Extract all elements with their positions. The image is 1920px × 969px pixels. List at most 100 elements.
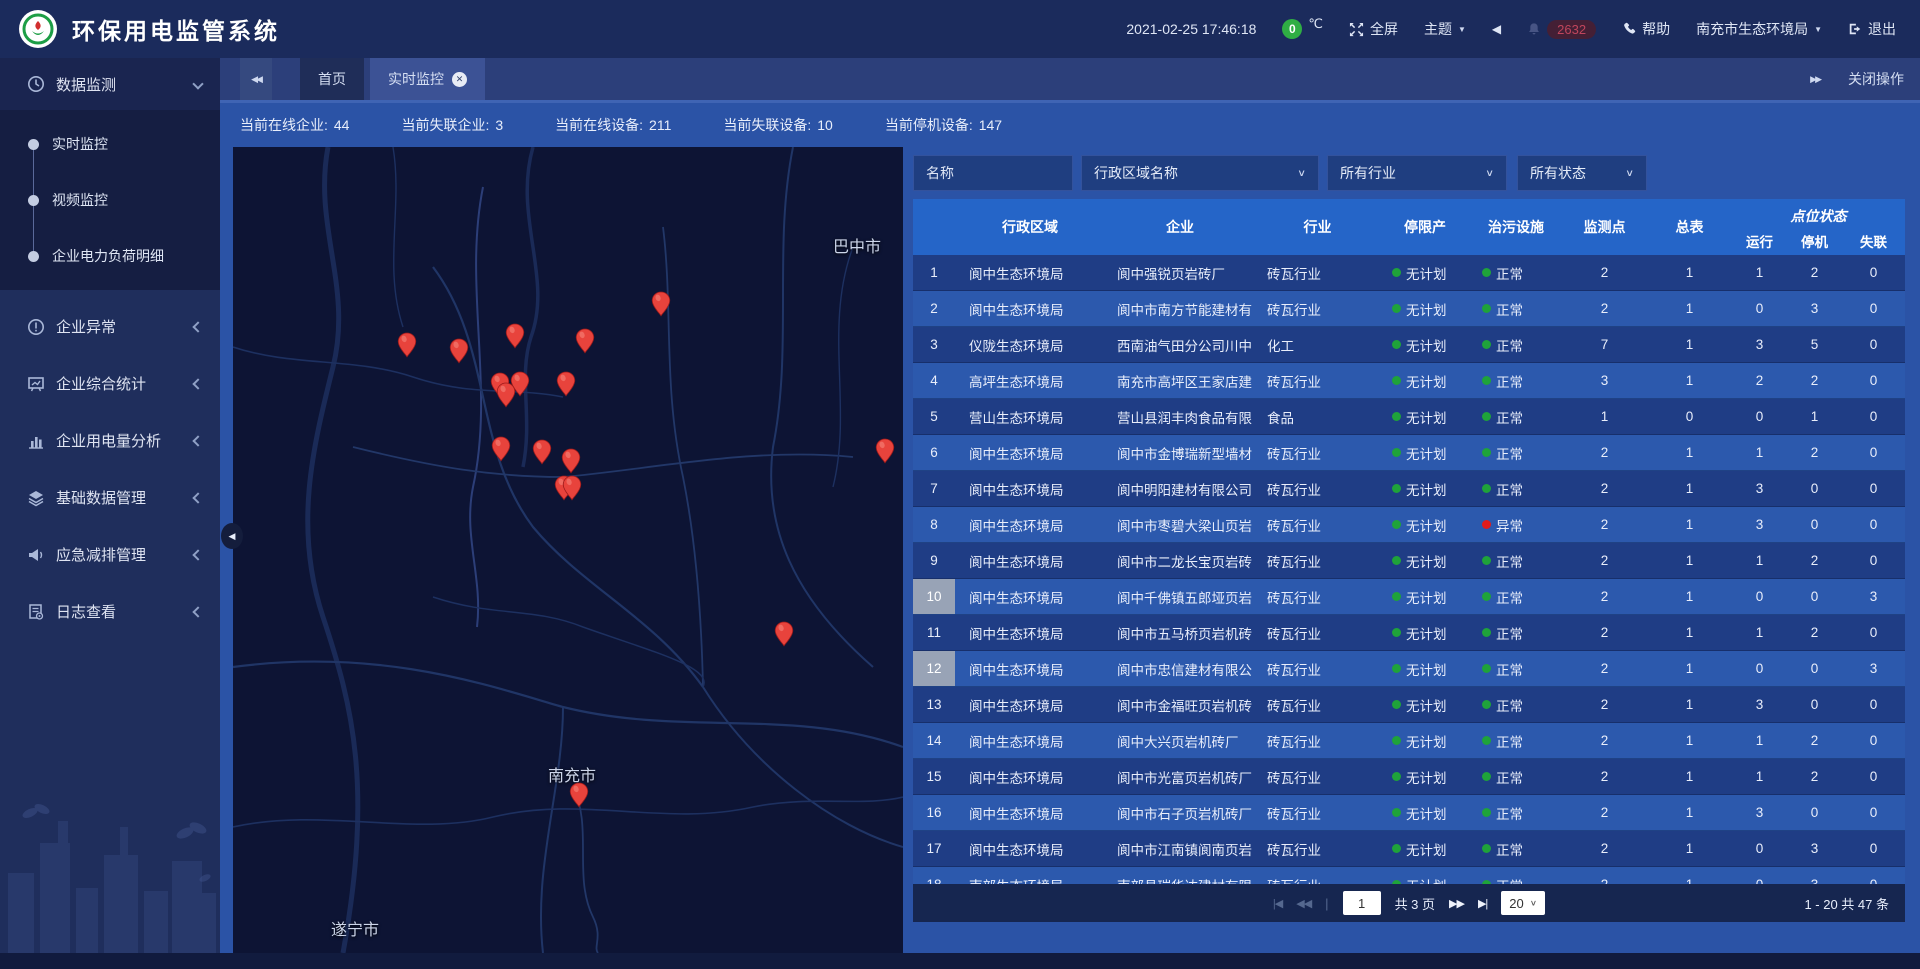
table-row[interactable]: 17阆中生态环境局阆中市江南镇阆南页岩砖瓦行业无计划正常21030 <box>913 831 1905 867</box>
table-row[interactable]: 13阆中生态环境局阆中市金福旺页岩机砖砖瓦行业无计划正常21300 <box>913 687 1905 723</box>
sound-toggle-button[interactable]: ◀ <box>1492 22 1501 36</box>
close-operations-button[interactable]: 关闭操作 <box>1848 69 1904 89</box>
map-pin[interactable] <box>556 371 576 398</box>
table-row[interactable]: 9阆中生态环境局阆中市二龙长宝页岩砖砖瓦行业无计划正常21120 <box>913 543 1905 579</box>
row-facility-status: 正常 <box>1470 579 1562 614</box>
name-filter-field[interactable] <box>913 155 1073 191</box>
map-pin[interactable] <box>561 448 581 475</box>
map-pin[interactable] <box>397 332 417 359</box>
row-lost: 0 <box>1842 327 1905 362</box>
tab-home[interactable]: 首页 <box>300 58 364 100</box>
theme-dropdown[interactable]: 主题 ▼ <box>1424 19 1466 39</box>
tab-realtime-monitor[interactable]: 实时监控 ✕ <box>370 58 485 100</box>
next-page-icon[interactable]: ▶▶ <box>1449 897 1464 910</box>
sidebar-item-video-monitor[interactable]: 视频监控 <box>0 172 220 228</box>
table-row[interactable]: 7阆中生态环境局阆中明阳建材有限公司砖瓦行业无计划正常21300 <box>913 471 1905 507</box>
chevron-down-icon: ∨ <box>1297 167 1306 178</box>
row-down: 0 <box>1787 471 1842 506</box>
row-lost: 0 <box>1842 255 1905 290</box>
map-pin[interactable] <box>875 438 895 465</box>
row-stop-status: 无计划 <box>1380 795 1470 830</box>
close-tab-icon[interactable]: ✕ <box>452 72 467 87</box>
sidebar-item-enterprise-statistics[interactable]: 企业综合统计 <box>0 355 220 412</box>
row-region: 阆中生态环境局 <box>955 723 1105 758</box>
last-page-icon[interactable]: ▶| <box>1478 897 1487 910</box>
industry-filter-select[interactable]: 所有行业 ∨ <box>1327 155 1507 191</box>
row-run: 3 <box>1732 795 1787 830</box>
table-row[interactable]: 12阆中生态环境局阆中市忠信建材有限公砖瓦行业无计划正常21003 <box>913 651 1905 687</box>
page-size-select[interactable]: 20 ∨ <box>1501 891 1545 915</box>
table-row[interactable]: 8阆中生态环境局阆中市枣碧大梁山页岩砖瓦行业无计划异常21300 <box>913 507 1905 543</box>
row-run: 0 <box>1732 867 1787 884</box>
table-row[interactable]: 5营山生态环境局营山县润丰肉食品有限食品无计划正常10010 <box>913 399 1905 435</box>
map-pin[interactable] <box>449 338 469 365</box>
table-row[interactable]: 10阆中生态环境局阆中千佛镇五郎垭页岩砖瓦行业无计划正常21003 <box>913 579 1905 615</box>
sidebar-nav: 数据监测 实时监控 视频监控 企业电力负荷明细 企业异常 <box>0 58 220 953</box>
table-row[interactable]: 15阆中生态环境局阆中市光富页岩机砖厂砖瓦行业无计划正常21120 <box>913 759 1905 795</box>
sidebar-item-base-data[interactable]: 基础数据管理 <box>0 469 220 526</box>
sidebar-item-log-view[interactable]: 日志查看 <box>0 583 220 640</box>
tab-scroll-right-button[interactable]: ▶▶ <box>1810 74 1820 85</box>
map-canvas[interactable]: 巴中市南充市遂宁市 <box>233 147 903 953</box>
status-filter-select[interactable]: 所有状态 ∨ <box>1517 155 1647 191</box>
sidebar-item-realtime-monitor[interactable]: 实时监控 <box>0 116 220 172</box>
map-roads-layer <box>233 147 903 953</box>
table-row[interactable]: 16阆中生态环境局阆中市石子页岩机砖厂砖瓦行业无计划正常21300 <box>913 795 1905 831</box>
first-page-icon[interactable]: |◀ <box>1273 897 1282 910</box>
map-pin[interactable] <box>651 291 671 318</box>
row-total: 1 <box>1647 831 1732 866</box>
sidebar-collapse-button[interactable]: ◀ <box>221 523 243 549</box>
logout-button[interactable]: 退出 <box>1848 19 1896 39</box>
sidebar-item-power-usage-analysis[interactable]: 企业用电量分析 <box>0 412 220 469</box>
row-stop-status: 无计划 <box>1380 363 1470 398</box>
row-region: 高坪生态环境局 <box>955 363 1105 398</box>
status-dot-icon <box>1392 844 1401 853</box>
row-company: 阆中市五马桥页岩机砖 <box>1105 615 1255 650</box>
row-run: 0 <box>1732 651 1787 686</box>
map-pin[interactable] <box>562 475 582 502</box>
table-row[interactable]: 11阆中生态环境局阆中市五马桥页岩机砖砖瓦行业无计划正常21120 <box>913 615 1905 651</box>
chevron-left-icon <box>192 492 203 503</box>
map-pin[interactable] <box>532 439 552 466</box>
row-down: 3 <box>1787 831 1842 866</box>
row-company: 阆中市枣碧大梁山页岩 <box>1105 507 1255 542</box>
sidebar-item-emergency-reduction[interactable]: 应急减排管理 <box>0 526 220 583</box>
help-button[interactable]: 帮助 <box>1622 19 1670 39</box>
table-row[interactable]: 2阆中生态环境局阆中市南方节能建材有砖瓦行业无计划正常21030 <box>913 291 1905 327</box>
map-pin[interactable] <box>496 382 516 409</box>
table-row[interactable]: 4高坪生态环境局南充市高坪区王家店建砖瓦行业无计划正常31220 <box>913 363 1905 399</box>
table-row[interactable]: 3仪陇生态环境局西南油气田分公司川中化工无计划正常71350 <box>913 327 1905 363</box>
map-pin[interactable] <box>491 436 511 463</box>
prev-page-icon[interactable]: ◀◀ <box>1296 897 1311 910</box>
city-skyline-decoration <box>0 793 220 953</box>
map-pin[interactable] <box>774 621 794 648</box>
row-down: 0 <box>1787 507 1842 542</box>
table-row[interactable]: 6阆中生态环境局阆中市金博瑞新型墙材砖瓦行业无计划正常21120 <box>913 435 1905 471</box>
alarm-counter[interactable]: 2632 <box>1527 20 1596 39</box>
row-region: 南部生态环境局 <box>955 867 1105 884</box>
stat-online-devices: 当前在线设备:211 <box>555 115 671 135</box>
phone-icon <box>1622 22 1636 36</box>
page-number-input[interactable] <box>1343 891 1381 915</box>
row-region: 阆中生态环境局 <box>955 543 1105 578</box>
region-filter-select[interactable]: 行政区域名称 ∨ <box>1081 155 1319 191</box>
map-pin[interactable] <box>575 328 595 355</box>
map-pin[interactable] <box>505 323 525 350</box>
sidebar-item-data-monitor[interactable]: 数据监测 <box>0 58 220 110</box>
map-pin[interactable] <box>569 782 589 809</box>
fullscreen-button[interactable]: 全屏 <box>1349 19 1398 39</box>
row-company: 阆中市光富页岩机砖厂 <box>1105 759 1255 794</box>
name-filter-input[interactable] <box>926 165 1060 181</box>
table-row[interactable]: 18南部生态环境局南部县瑞华达建材有限砖瓦行业无计划正常21030 <box>913 867 1905 884</box>
tab-scroll-left-button[interactable]: ◀◀ <box>240 58 272 100</box>
chevron-left-icon <box>192 549 203 560</box>
sidebar-item-power-load-detail[interactable]: 企业电力负荷明细 <box>0 228 220 284</box>
table-row[interactable]: 14阆中生态环境局阆中大兴页岩机砖厂砖瓦行业无计划正常21120 <box>913 723 1905 759</box>
row-index: 4 <box>913 363 955 398</box>
table-row[interactable]: 1阆中生态环境局阆中强锐页岩砖厂砖瓦行业无计划正常21120 <box>913 255 1905 291</box>
temperature-value: 0 <box>1282 19 1302 39</box>
org-dropdown[interactable]: 南充市生态环境局 ▼ <box>1696 19 1822 39</box>
row-industry: 砖瓦行业 <box>1255 579 1380 614</box>
sidebar-item-enterprise-abnormal[interactable]: 企业异常 <box>0 298 220 355</box>
row-points: 2 <box>1562 867 1647 884</box>
